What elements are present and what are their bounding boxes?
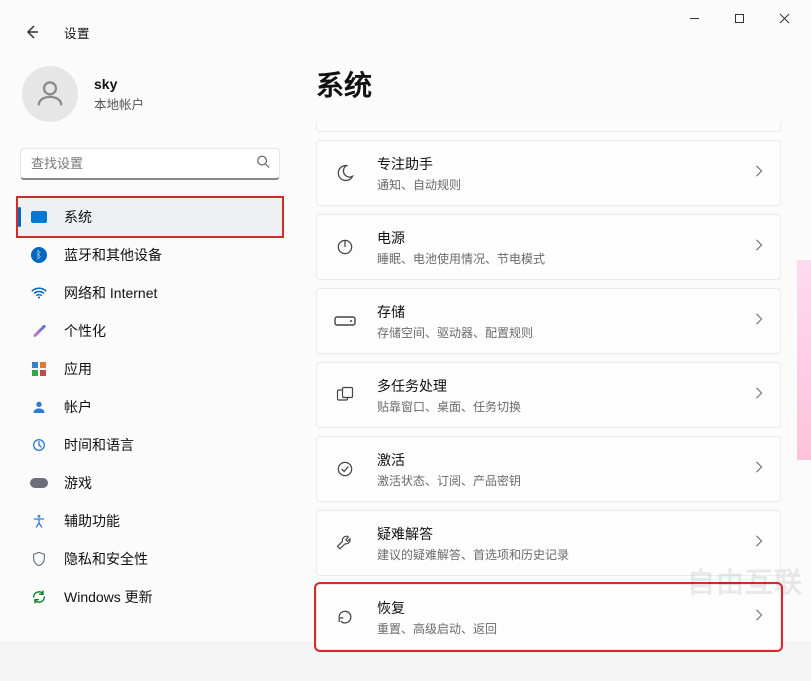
settings-window: 设置 sky 本地帐户: [0, 0, 811, 641]
shield-icon: [30, 550, 48, 568]
search-input[interactable]: [20, 148, 280, 180]
sidebar-item-label: 辅助功能: [64, 511, 120, 531]
sidebar-item-label: 游戏: [64, 473, 92, 493]
pen-icon: [30, 322, 48, 340]
card-storage[interactable]: 存储 存储空间、驱动器、配置规则: [316, 288, 781, 354]
back-arrow-icon: [24, 24, 40, 40]
sidebar-item-label: Windows 更新: [64, 587, 153, 607]
card-focus-assist[interactable]: 专注助手 通知、自动规则: [316, 140, 781, 206]
sidebar-item-accounts[interactable]: 帐户: [18, 388, 282, 426]
card-partial-above[interactable]: [316, 122, 781, 132]
chevron-right-icon: [754, 608, 764, 626]
close-button[interactable]: [762, 4, 807, 32]
system-icon: [30, 208, 48, 226]
wrench-icon: [331, 529, 359, 557]
card-subtitle: 建议的疑难解答、首选项和历史记录: [377, 546, 754, 563]
accessibility-icon: [30, 512, 48, 530]
card-recovery[interactable]: 恢复 重置、高级启动、返回: [316, 584, 781, 650]
card-subtitle: 重置、高级启动、返回: [377, 620, 754, 637]
sidebar-item-label: 时间和语言: [64, 435, 134, 455]
sidebar-item-gaming[interactable]: 游戏: [18, 464, 282, 502]
sidebar-item-label: 系统: [64, 207, 92, 227]
app-title: 设置: [64, 23, 90, 42]
chevron-right-icon: [754, 238, 764, 256]
maximize-icon: [734, 13, 745, 24]
card-subtitle: 激活状态、订阅、产品密钥: [377, 472, 754, 489]
search-wrap: [20, 148, 280, 180]
card-multitasking[interactable]: 多任务处理 贴靠窗口、桌面、任务切换: [316, 362, 781, 428]
card-title: 激活: [377, 450, 754, 470]
chevron-right-icon: [754, 164, 764, 182]
storage-icon: [331, 307, 359, 335]
sidebar-item-label: 网络和 Internet: [64, 283, 157, 303]
sidebar-item-label: 应用: [64, 359, 92, 379]
power-icon: [331, 233, 359, 261]
update-icon: [30, 588, 48, 606]
card-title: 恢复: [377, 598, 754, 618]
page-title: 系统: [316, 64, 781, 104]
close-icon: [779, 13, 790, 24]
minimize-button[interactable]: [672, 4, 717, 32]
chevron-right-icon: [754, 386, 764, 404]
main-content: 系统 专注助手 通知、自动规则: [300, 52, 811, 681]
bluetooth-icon: ᛒ: [30, 246, 48, 264]
card-subtitle: 通知、自动规则: [377, 176, 754, 193]
sidebar-item-windows-update[interactable]: Windows 更新: [18, 578, 282, 616]
sidebar-item-label: 个性化: [64, 321, 106, 341]
sidebar-item-network[interactable]: 网络和 Internet: [18, 274, 282, 312]
title-bar: 设置: [0, 0, 811, 40]
sidebar-item-system[interactable]: 系统: [18, 198, 282, 236]
sidebar-item-bluetooth[interactable]: ᛒ 蓝牙和其他设备: [18, 236, 282, 274]
sidebar: sky 本地帐户 系统 ᛒ 蓝牙和其他设备: [0, 52, 300, 681]
settings-card-list: 专注助手 通知、自动规则 电源 睡眠、电池使用情况、节电模式: [316, 122, 781, 650]
card-power[interactable]: 电源 睡眠、电池使用情况、节电模式: [316, 214, 781, 280]
sidebar-item-time-language[interactable]: 时间和语言: [18, 426, 282, 464]
card-activation[interactable]: 激活 激活状态、订阅、产品密钥: [316, 436, 781, 502]
sidebar-nav: 系统 ᛒ 蓝牙和其他设备 网络和 Internet 个性化: [18, 198, 282, 616]
decorative-strip: [797, 260, 811, 460]
person-icon: [33, 77, 67, 111]
card-title: 疑难解答: [377, 524, 754, 544]
avatar: [22, 66, 78, 122]
recovery-icon: [331, 603, 359, 631]
card-title: 电源: [377, 228, 754, 248]
sidebar-item-privacy[interactable]: 隐私和安全性: [18, 540, 282, 578]
card-title: 专注助手: [377, 154, 754, 174]
sidebar-item-apps[interactable]: 应用: [18, 350, 282, 388]
minimize-icon: [689, 13, 700, 24]
time-language-icon: [30, 436, 48, 454]
card-subtitle: 睡眠、电池使用情况、节电模式: [377, 250, 754, 267]
wifi-icon: [30, 284, 48, 302]
moon-icon: [331, 159, 359, 187]
sidebar-item-label: 帐户: [64, 397, 92, 417]
card-title: 多任务处理: [377, 376, 754, 396]
profile-block[interactable]: sky 本地帐户: [18, 66, 282, 122]
card-troubleshoot[interactable]: 疑难解答 建议的疑难解答、首选项和历史记录: [316, 510, 781, 576]
sidebar-item-accessibility[interactable]: 辅助功能: [18, 502, 282, 540]
maximize-button[interactable]: [717, 4, 762, 32]
card-subtitle: 贴靠窗口、桌面、任务切换: [377, 398, 754, 415]
profile-account-type: 本地帐户: [94, 94, 144, 113]
chevron-right-icon: [754, 312, 764, 330]
chevron-right-icon: [754, 460, 764, 478]
card-subtitle: 存储空间、驱动器、配置规则: [377, 324, 754, 341]
back-button[interactable]: [18, 18, 46, 46]
user-icon: [30, 398, 48, 416]
multitask-icon: [331, 381, 359, 409]
sidebar-item-personalization[interactable]: 个性化: [18, 312, 282, 350]
card-title: 存储: [377, 302, 754, 322]
apps-icon: [30, 360, 48, 378]
check-circle-icon: [331, 455, 359, 483]
gaming-icon: [30, 474, 48, 492]
profile-username: sky: [94, 76, 144, 92]
sidebar-item-label: 隐私和安全性: [64, 549, 148, 569]
chevron-right-icon: [754, 534, 764, 552]
sidebar-item-label: 蓝牙和其他设备: [64, 245, 162, 265]
